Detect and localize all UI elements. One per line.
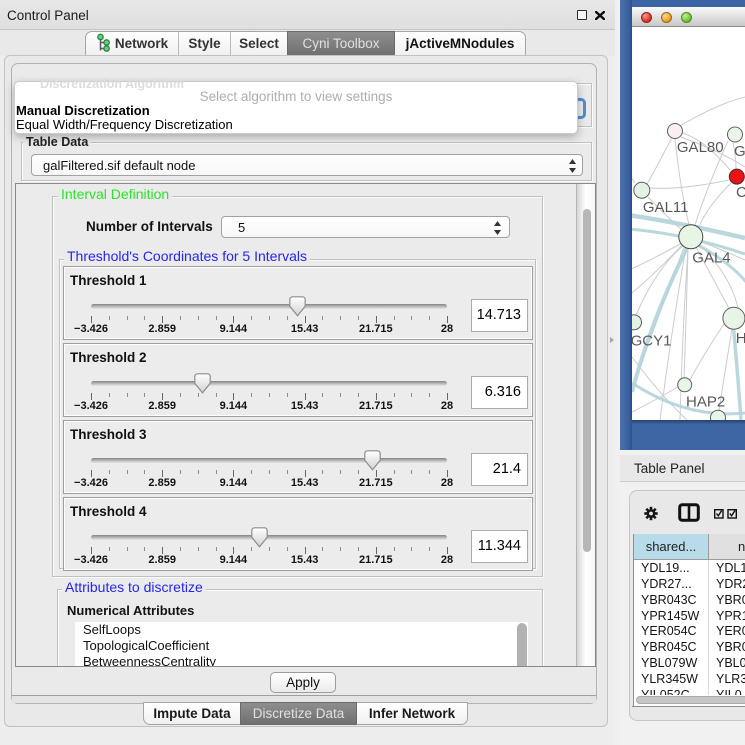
svg-text:GAL11: GAL11: [643, 199, 689, 216]
svg-text:GCY1: GCY1: [632, 332, 671, 349]
svg-text:GA: GA: [734, 143, 745, 160]
svg-text:GAL4: GAL4: [692, 250, 730, 267]
svg-text:HAP2: HAP2: [686, 393, 725, 410]
svg-text:GAL80: GAL80: [677, 139, 724, 156]
svg-text:H: H: [736, 330, 745, 347]
svg-text:C: C: [736, 184, 745, 201]
